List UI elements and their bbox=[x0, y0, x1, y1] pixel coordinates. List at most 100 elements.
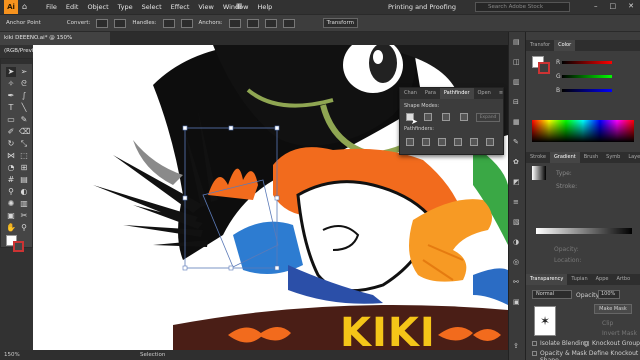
align-icon[interactable]: ⊟ bbox=[513, 98, 519, 106]
transform-button[interactable]: Transform bbox=[322, 18, 358, 28]
menu-object[interactable]: Object bbox=[87, 3, 108, 11]
tab-brushes[interactable]: Brush bbox=[580, 152, 602, 163]
links-icon[interactable]: ⚯ bbox=[513, 278, 519, 286]
crop-button[interactable] bbox=[454, 138, 462, 146]
tab-color[interactable]: Color bbox=[554, 40, 576, 51]
minimize-icon[interactable]: – bbox=[594, 2, 598, 10]
menu-view[interactable]: View bbox=[198, 3, 213, 11]
image-trace-icon[interactable]: ▣ bbox=[513, 298, 520, 306]
layers-icon[interactable]: ◫ bbox=[513, 58, 520, 66]
menu-type[interactable]: Type bbox=[118, 3, 133, 11]
perspective-grid-tool-icon[interactable]: ⊞ bbox=[19, 163, 29, 173]
shaper-tool-icon[interactable]: ✐ bbox=[6, 127, 16, 137]
opacity-input[interactable]: 100% bbox=[598, 290, 620, 299]
connect-anchor-button[interactable] bbox=[246, 18, 259, 28]
document-tab[interactable]: kiki DEEENO.ai* @ 150% (RGB/Preview) ✕ bbox=[0, 32, 110, 54]
tab-transform[interactable]: Transfor bbox=[526, 40, 554, 51]
search-input[interactable]: Search Adobe Stock bbox=[475, 2, 570, 12]
cut-path-button[interactable] bbox=[264, 18, 277, 28]
menu-effect[interactable]: Effect bbox=[171, 3, 190, 11]
magic-wand-tool-icon[interactable]: ✧ bbox=[6, 79, 16, 89]
scale-tool-icon[interactable]: ⤡ bbox=[19, 139, 29, 149]
selection-tool-icon[interactable]: ➤ bbox=[6, 67, 16, 77]
tab-paragraph[interactable]: Para bbox=[421, 88, 440, 99]
line-tool-icon[interactable]: ╲ bbox=[19, 103, 29, 113]
appearance-icon[interactable]: ◎ bbox=[513, 258, 519, 266]
free-transform-tool-icon[interactable]: ⬚ bbox=[19, 151, 29, 161]
zoom-level[interactable]: 150% bbox=[4, 352, 20, 358]
tab-appearance[interactable]: Appe bbox=[592, 274, 613, 285]
slice-tool-icon[interactable]: ✂ bbox=[19, 211, 29, 221]
tab-gradient[interactable]: Gradient bbox=[549, 152, 580, 163]
tools-panel-header[interactable] bbox=[1, 59, 32, 64]
panel-menu-icon[interactable]: ≡ bbox=[495, 88, 507, 99]
rotate-tool-icon[interactable]: ↻ bbox=[6, 139, 16, 149]
curvature-tool-icon[interactable]: ∫ bbox=[19, 91, 29, 101]
type-tool-icon[interactable]: T bbox=[6, 103, 16, 113]
tab-artboards[interactable]: Artbo bbox=[612, 274, 634, 285]
gradient-thumbnail[interactable] bbox=[532, 166, 546, 180]
swatches-icon[interactable]: ▦ bbox=[513, 118, 520, 126]
tab-stroke[interactable]: Stroke bbox=[526, 152, 550, 163]
graph-tool-icon[interactable]: ▥ bbox=[19, 199, 29, 209]
blend-tool-icon[interactable]: ◐ bbox=[19, 187, 29, 197]
tab-symbols[interactable]: Symb bbox=[602, 152, 624, 163]
mesh-tool-icon[interactable]: # bbox=[6, 175, 16, 185]
isolate-blending-checkbox[interactable] bbox=[532, 341, 537, 346]
menu-edit[interactable]: Edit bbox=[66, 3, 79, 11]
home-icon[interactable]: ⌂ bbox=[22, 2, 27, 11]
eraser-tool-icon[interactable]: ⌫ bbox=[19, 127, 30, 137]
tab-character[interactable]: Chan bbox=[400, 88, 421, 99]
merge-button[interactable] bbox=[438, 138, 446, 146]
lasso-tool-icon[interactable]: ᘓ bbox=[19, 79, 29, 89]
tab-opentype[interactable]: Open bbox=[474, 88, 495, 99]
direct-selection-tool-icon[interactable]: ➢ bbox=[19, 67, 29, 77]
rectangle-tool-icon[interactable]: ▭ bbox=[6, 115, 16, 125]
paintbrush-tool-icon[interactable]: ✎ bbox=[19, 115, 29, 125]
workspace-switcher[interactable]: Printing and Proofing bbox=[388, 3, 456, 11]
intersect-button[interactable] bbox=[442, 113, 450, 121]
brushes-icon[interactable]: ✎ bbox=[513, 138, 519, 146]
color-spectrum[interactable] bbox=[532, 120, 634, 142]
make-mask-button[interactable]: Make Mask bbox=[594, 304, 632, 314]
exclude-button[interactable] bbox=[460, 113, 468, 121]
properties-icon[interactable]: ▤ bbox=[513, 38, 520, 46]
remove-anchor-button[interactable] bbox=[228, 18, 241, 28]
blend-mode-select[interactable]: Normal bbox=[532, 290, 572, 299]
hide-handles-button[interactable] bbox=[180, 18, 193, 28]
pen-tool-icon[interactable]: ✒ bbox=[6, 91, 16, 101]
symbol-sprayer-tool-icon[interactable]: ✺ bbox=[6, 199, 16, 209]
graphic-styles-icon[interactable]: ◩ bbox=[513, 178, 520, 186]
color-stroke-swatch[interactable] bbox=[538, 62, 550, 74]
symbols-icon[interactable]: ✿ bbox=[513, 158, 519, 166]
artboard-tool-icon[interactable]: ▣ bbox=[6, 211, 16, 221]
close-icon[interactable]: ✕ bbox=[628, 2, 634, 10]
gradient-tool-icon[interactable]: ▤ bbox=[19, 175, 29, 185]
convert-corner-button[interactable] bbox=[96, 18, 109, 28]
zoom-tool-icon[interactable]: ⚲ bbox=[19, 223, 29, 233]
transparency-icon[interactable]: ◑ bbox=[513, 238, 519, 246]
hand-tool-icon[interactable]: ✋ bbox=[6, 223, 16, 233]
menu-help[interactable]: Help bbox=[257, 3, 272, 11]
maximize-icon[interactable]: □ bbox=[610, 2, 617, 10]
gradient-icon[interactable]: ▧ bbox=[513, 218, 520, 226]
outline-button[interactable] bbox=[470, 138, 478, 146]
asset-export-icon[interactable]: ⇪ bbox=[513, 342, 519, 350]
tab-tupian[interactable]: Tupian bbox=[567, 274, 591, 285]
arrange-documents-icon[interactable]: ▦ bbox=[236, 2, 243, 10]
menu-select[interactable]: Select bbox=[142, 3, 162, 11]
tab-layers[interactable]: Laye bbox=[624, 152, 640, 163]
convert-smooth-button[interactable] bbox=[114, 18, 127, 28]
red-slider[interactable] bbox=[562, 61, 612, 64]
opacity-mask-checkbox[interactable] bbox=[532, 351, 537, 356]
menu-file[interactable]: File bbox=[46, 3, 57, 11]
knockout-group-checkbox[interactable] bbox=[584, 341, 589, 346]
green-slider[interactable] bbox=[562, 75, 612, 78]
shape-builder-tool-icon[interactable]: ◔ bbox=[6, 163, 16, 173]
trim-button[interactable] bbox=[422, 138, 430, 146]
tab-transparency[interactable]: Transparency bbox=[526, 274, 568, 285]
divide-button[interactable] bbox=[406, 138, 414, 146]
gradient-slider[interactable] bbox=[536, 228, 632, 234]
tab-pathfinder[interactable]: Pathfinder bbox=[439, 88, 474, 99]
expand-button[interactable]: Expand bbox=[476, 113, 500, 122]
